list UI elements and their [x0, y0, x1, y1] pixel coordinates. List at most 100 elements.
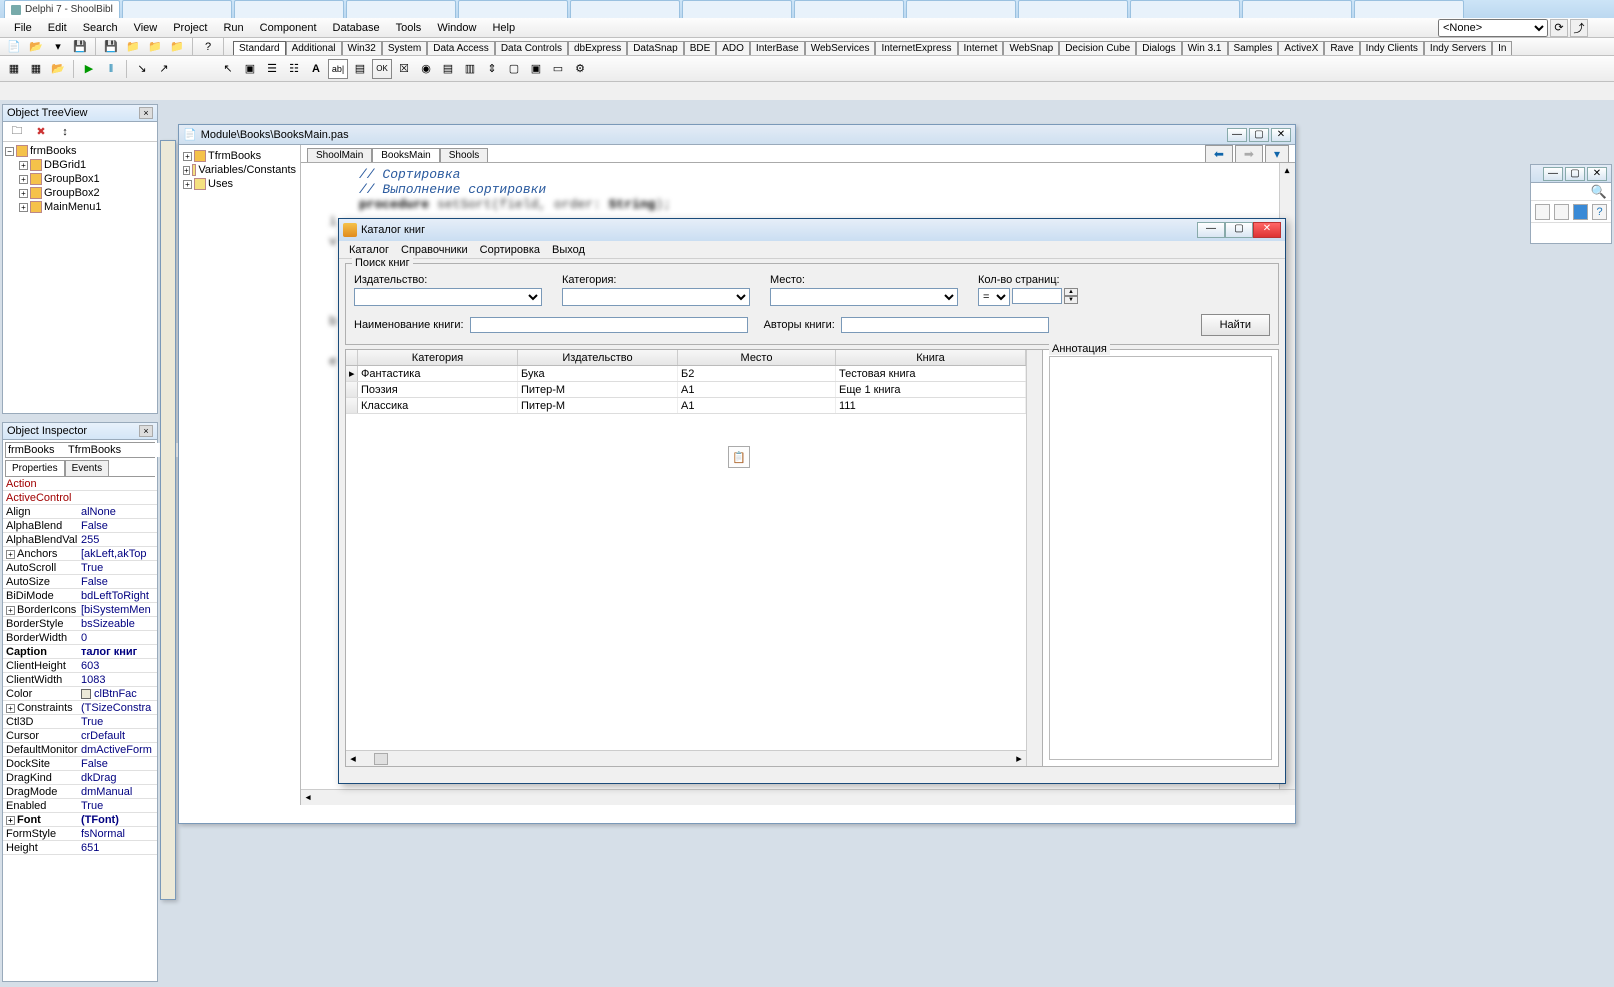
menu-tools[interactable]: Tools — [388, 20, 430, 36]
property-row[interactable]: BorderWidth0 — [3, 631, 157, 645]
property-row[interactable]: DefaultMonitordmActiveForm — [3, 743, 157, 757]
maximize-button[interactable]: ▢ — [1249, 128, 1269, 142]
config-btn1[interactable]: ⟳ — [1550, 19, 1568, 37]
ctab-interbase[interactable]: InterBase — [750, 41, 805, 55]
maximize-button[interactable]: ▢ — [1225, 222, 1253, 238]
property-row[interactable]: AlphaBlendFalse — [3, 519, 157, 533]
pages-op-combo[interactable]: = — [978, 288, 1010, 306]
ctab-dataaccess[interactable]: Data Access — [427, 41, 495, 55]
tb-save[interactable]: 💾 — [70, 37, 90, 57]
nav-fwd-icon[interactable]: ➡ — [1235, 145, 1263, 162]
ctab-indyclients[interactable]: Indy Clients — [1360, 41, 1424, 55]
publisher-combo[interactable] — [354, 288, 542, 306]
ctab-bde[interactable]: BDE — [684, 41, 717, 55]
editor-hscroll[interactable]: ◂ — [301, 789, 1295, 805]
browser-tab[interactable] — [346, 0, 456, 18]
property-row[interactable]: ColorclBtnFac — [3, 687, 157, 701]
pal-scrollbar-icon[interactable]: ⇕ — [482, 59, 502, 79]
ctab-webservices[interactable]: WebServices — [805, 41, 876, 55]
property-row[interactable]: AlphaBlendVal255 — [3, 533, 157, 547]
pal-trace[interactable]: ↘ — [132, 59, 152, 79]
ctab-dbexpress[interactable]: dbExpress — [568, 41, 627, 55]
ctab-rave[interactable]: Rave — [1324, 41, 1359, 55]
menu-run[interactable]: Run — [215, 20, 251, 36]
browser-tab[interactable] — [906, 0, 1016, 18]
tree-node[interactable]: frmBooks — [30, 145, 76, 157]
config-combo[interactable]: <None> — [1438, 19, 1548, 37]
ctab-websnap[interactable]: WebSnap — [1003, 41, 1059, 55]
tb-open[interactable]: 📂 — [26, 37, 46, 57]
menu-window[interactable]: Window — [429, 20, 484, 36]
ctab-indyservers[interactable]: Indy Servers — [1424, 41, 1492, 55]
menu-search[interactable]: Search — [75, 20, 126, 36]
property-row[interactable]: Height651 — [3, 841, 157, 855]
ctab-samples[interactable]: Samples — [1228, 41, 1279, 55]
code-tab[interactable]: ShoolMain — [307, 148, 372, 162]
property-row[interactable]: DockSiteFalse — [3, 757, 157, 771]
ctab-win31[interactable]: Win 3.1 — [1182, 41, 1228, 55]
browser-tab[interactable] — [570, 0, 680, 18]
property-row[interactable]: ClientHeight603 — [3, 659, 157, 673]
ctab-ado[interactable]: ADO — [716, 41, 750, 55]
tree-node[interactable]: MainMenu1 — [44, 201, 101, 213]
nav-dropdown-icon[interactable]: ▾ — [1265, 145, 1289, 162]
tree-btn3[interactable]: ↕ — [55, 122, 75, 142]
minimize-button[interactable]: — — [1543, 167, 1563, 181]
table-row[interactable]: КлассикаПитер-МА1111 — [346, 398, 1026, 414]
tb-new[interactable]: 📄 — [4, 37, 24, 57]
tree-node[interactable]: GroupBox1 — [44, 173, 100, 185]
config-btn2[interactable]: ⤴ — [1570, 19, 1588, 37]
tb-add-proj[interactable]: 📁 — [145, 37, 165, 57]
close-button[interactable]: ✕ — [1587, 167, 1607, 181]
menu-file[interactable]: File — [6, 20, 40, 36]
oi-combo-name[interactable] — [6, 443, 66, 457]
pal-step[interactable]: ↗ — [154, 59, 174, 79]
place-combo[interactable] — [770, 288, 958, 306]
property-row[interactable]: ActiveControl — [3, 491, 157, 505]
property-row[interactable]: Action — [3, 477, 157, 491]
oi-component-combo[interactable]: ▾ — [5, 442, 155, 458]
code-tab[interactable]: BooksMain — [372, 148, 439, 162]
app-menu-refs[interactable]: Справочники — [395, 243, 474, 257]
pal-frames-icon[interactable]: ▣ — [240, 59, 260, 79]
ctab-decisioncube[interactable]: Decision Cube — [1059, 41, 1136, 55]
pal-combobox-icon[interactable]: ▥ — [460, 59, 480, 79]
help-icon[interactable]: ? — [1592, 204, 1607, 220]
menu-view[interactable]: View — [126, 20, 166, 36]
grid-header-publisher[interactable]: Издательство — [518, 350, 678, 365]
books-grid[interactable]: Категория Издательство Место Книга ▸Фант… — [346, 350, 1026, 766]
struct-node[interactable]: Uses — [208, 178, 233, 190]
app-menu-exit[interactable]: Выход — [546, 243, 591, 257]
property-row[interactable]: DragModedmManual — [3, 785, 157, 799]
ctab-datacontrols[interactable]: Data Controls — [495, 41, 568, 55]
oi-tab-properties[interactable]: Properties — [5, 460, 65, 476]
browser-tab[interactable] — [234, 0, 344, 18]
property-row[interactable]: BorderStylebsSizeable — [3, 617, 157, 631]
pal-button-icon[interactable]: OK — [372, 59, 392, 79]
pal-groupbox-icon[interactable]: ▢ — [504, 59, 524, 79]
pal-run[interactable]: ▶ — [79, 59, 99, 79]
property-row[interactable]: Captionталог книг — [3, 645, 157, 659]
browser-tab[interactable] — [1130, 0, 1240, 18]
tree-node[interactable]: GroupBox2 — [44, 187, 100, 199]
ctab-standard[interactable]: Standard — [233, 41, 286, 55]
oi-tab-events[interactable]: Events — [65, 460, 110, 476]
search-icon[interactable]: 🔍 — [1591, 184, 1607, 200]
ctab-system[interactable]: System — [382, 41, 427, 55]
grid-header-book[interactable]: Книга — [836, 350, 1026, 365]
grid-hscroll[interactable]: ◂ ▸ — [346, 750, 1026, 766]
maximize-button[interactable]: ▢ — [1565, 167, 1585, 181]
pal-actionlist-icon[interactable]: ⚙ — [570, 59, 590, 79]
tb-help[interactable]: ? — [198, 37, 218, 57]
pal-radiobutton-icon[interactable]: ◉ — [416, 59, 436, 79]
pal-mainmenu-icon[interactable]: ☰ — [262, 59, 282, 79]
menu-database[interactable]: Database — [325, 20, 388, 36]
browser-tab[interactable] — [1242, 0, 1352, 18]
category-combo[interactable] — [562, 288, 750, 306]
tree-node[interactable]: DBGrid1 — [44, 159, 86, 171]
tool-btn[interactable] — [1535, 204, 1550, 220]
tb-open2[interactable]: ▾ — [48, 37, 68, 57]
navigator-icon[interactable]: 📋 — [728, 446, 750, 468]
tool-btn[interactable] — [1554, 204, 1569, 220]
property-row[interactable]: BiDiModebdLeftToRight — [3, 589, 157, 603]
